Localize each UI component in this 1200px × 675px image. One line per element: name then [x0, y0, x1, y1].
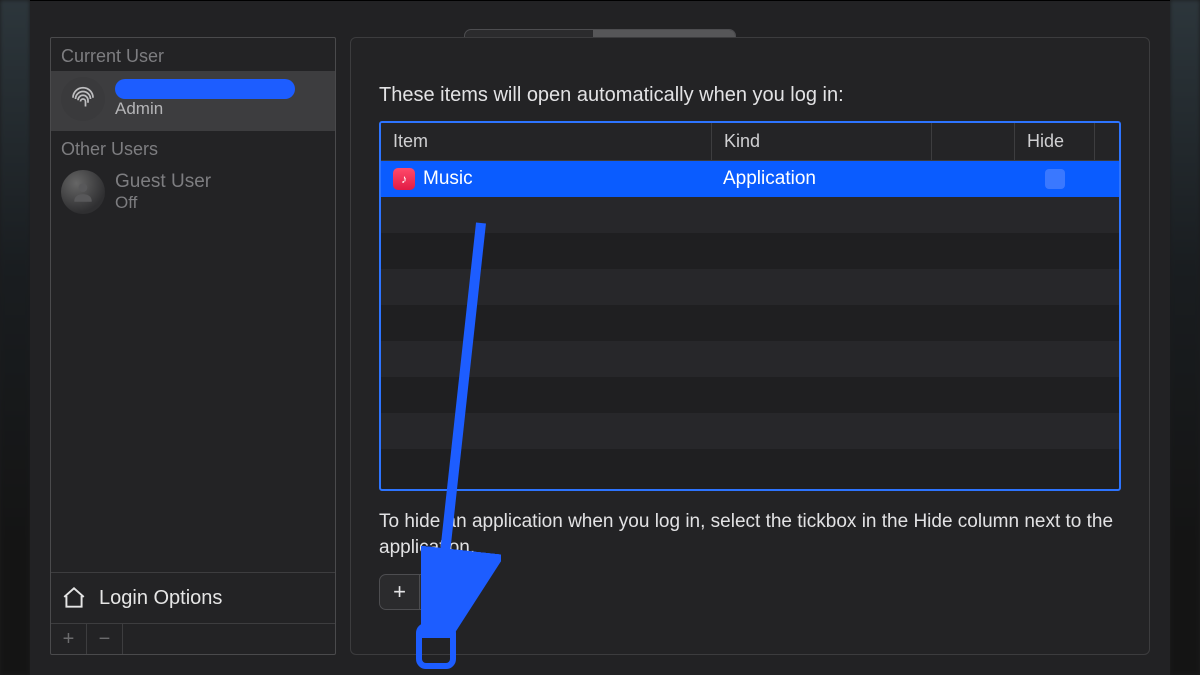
- login-options-button[interactable]: Login Options: [51, 572, 335, 623]
- table-row-empty: [381, 305, 1119, 341]
- current-user-text: Admin: [115, 79, 295, 119]
- login-items-heading: These items will open automatically when…: [379, 84, 1121, 107]
- table-row-empty: [381, 197, 1119, 233]
- table-row-empty: [381, 377, 1119, 413]
- add-user-button[interactable]: +: [51, 624, 87, 654]
- current-user-name-redacted: [115, 79, 295, 99]
- sidebar-item-guest-user[interactable]: Guest User Off: [51, 164, 335, 224]
- column-header-hide[interactable]: Hide: [1014, 123, 1094, 160]
- cell-item: ♪ Music: [381, 168, 711, 190]
- login-items-panel: These items will open automatically when…: [350, 37, 1150, 655]
- current-user-role: Admin: [115, 99, 295, 119]
- table-row-empty: [381, 413, 1119, 449]
- guest-avatar-icon: [61, 170, 105, 214]
- column-header-item[interactable]: Item: [381, 123, 711, 160]
- guest-user-text: Guest User Off: [115, 171, 211, 212]
- table-row-empty: [381, 233, 1119, 269]
- table-header: Item Kind Hide: [381, 123, 1119, 161]
- cell-kind: Application: [711, 168, 931, 190]
- sidebar-item-current-user[interactable]: Admin: [51, 71, 335, 131]
- guest-user-name: Guest User: [115, 171, 211, 193]
- column-header-tail: [1094, 123, 1119, 160]
- hide-checkbox[interactable]: [1045, 169, 1065, 189]
- table-row-empty: [381, 341, 1119, 377]
- item-name: Music: [423, 168, 473, 190]
- remove-user-button[interactable]: −: [87, 624, 123, 654]
- desktop-background-left: [0, 0, 30, 675]
- remove-login-item-button[interactable]: −: [420, 575, 460, 609]
- table-body: ♪ Music Application: [381, 161, 1119, 489]
- annotation-highlight-ring: [416, 623, 456, 669]
- fingerprint-icon: [61, 77, 105, 121]
- login-options-label: Login Options: [99, 587, 222, 610]
- table-row-empty: [381, 449, 1119, 485]
- add-login-item-button[interactable]: +: [380, 575, 420, 609]
- desktop-background-right: [1170, 0, 1200, 675]
- users-groups-window: Password Login Items Current User Admin …: [30, 0, 1170, 675]
- login-items-add-remove-bar: + −: [379, 574, 461, 610]
- guest-user-status: Off: [115, 193, 211, 213]
- users-sidebar: Current User Admin Other Users: [50, 37, 336, 655]
- hide-hint-text: To hide an application when you log in, …: [379, 509, 1121, 560]
- other-users-section-label: Other Users: [51, 131, 335, 164]
- login-items-table: Item Kind Hide ♪ Music Application: [379, 121, 1121, 491]
- column-header-spacer: [931, 123, 1014, 160]
- column-header-kind[interactable]: Kind: [711, 123, 931, 160]
- home-icon: [61, 585, 87, 611]
- sidebar-add-remove-bar: + −: [51, 623, 335, 654]
- table-row[interactable]: ♪ Music Application: [381, 161, 1119, 197]
- cell-hide: [1015, 169, 1095, 189]
- table-row-empty: [381, 269, 1119, 305]
- music-app-icon: ♪: [393, 168, 415, 190]
